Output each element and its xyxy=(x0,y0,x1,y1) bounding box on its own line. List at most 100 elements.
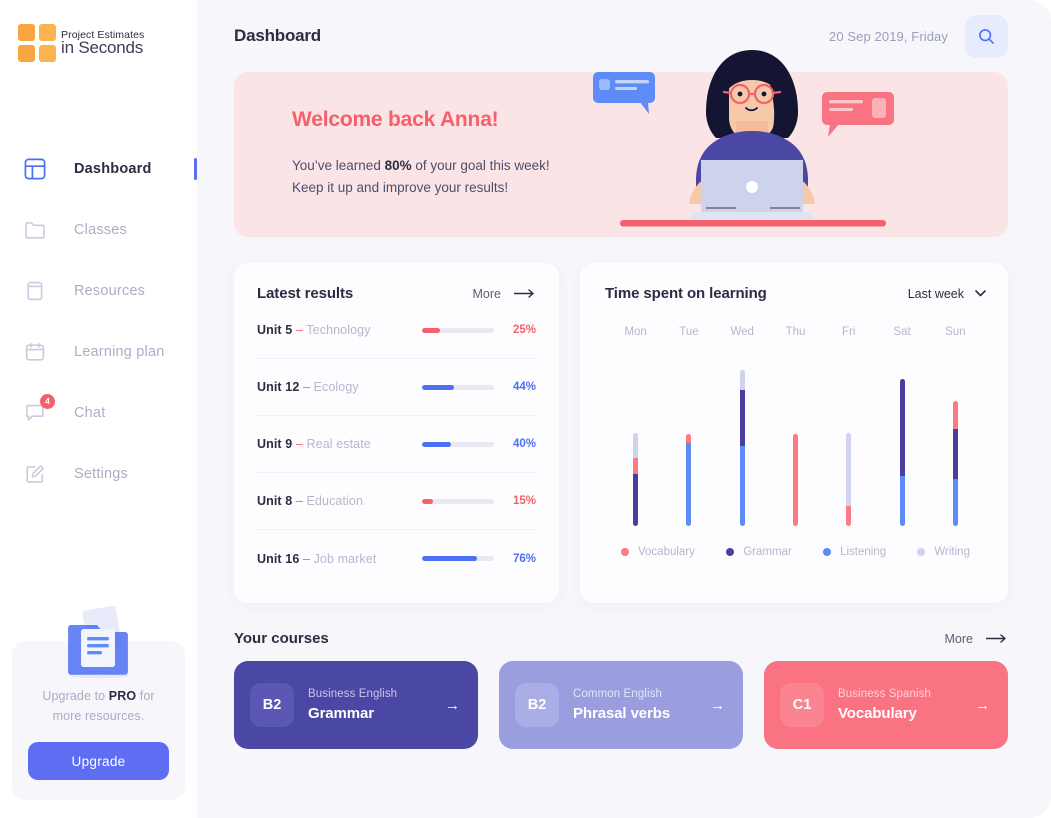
progress-fill xyxy=(422,327,440,333)
chart-day-label: Sun xyxy=(945,326,966,338)
chart-bar-segment xyxy=(792,434,798,526)
sidebar-item-resources[interactable]: Resources xyxy=(0,260,197,321)
progress-track xyxy=(422,441,494,447)
result-row[interactable]: Unit 5 – Technology 25% xyxy=(257,302,536,359)
documents-folder-illustration xyxy=(67,606,129,679)
chevron-down-icon xyxy=(975,290,986,297)
woman-character xyxy=(620,50,886,227)
chart-area: Mon Tue Wed Thu Fri Sat Sun Vocabulary Grammar L… xyxy=(605,326,986,558)
chart-day-label: Thu xyxy=(785,326,806,338)
chart-bar-stack xyxy=(846,433,852,526)
legend-dot-icon xyxy=(726,548,735,556)
chart-bar-stack xyxy=(686,434,692,526)
sidebar-item-settings[interactable]: Settings xyxy=(0,443,197,504)
latest-results-more-link[interactable]: More xyxy=(473,287,536,301)
chart-bar-segment xyxy=(686,434,692,443)
legend-item[interactable]: Vocabulary xyxy=(621,546,695,558)
course-level-badge: C1 xyxy=(780,683,824,727)
chart-day-label: Mon xyxy=(624,326,647,338)
legend-dot-icon xyxy=(621,548,629,556)
more-label: More xyxy=(472,286,501,301)
chart-bar-segment xyxy=(633,458,639,474)
progress-fill xyxy=(422,498,433,504)
course-arrow-icon[interactable]: → xyxy=(975,697,990,714)
sidebar-item-classes[interactable]: Classes xyxy=(0,199,197,260)
chart-bar-stack xyxy=(952,401,958,526)
chart-bar-column[interactable] xyxy=(716,354,769,526)
courses-more-link[interactable]: More xyxy=(945,632,1008,646)
legend-label: Writing xyxy=(934,546,970,558)
dashboard-app: Project Estimates in Seconds Dashboard C… xyxy=(0,0,1051,818)
chart-bar-segment xyxy=(739,370,745,390)
chart-bars xyxy=(605,354,986,526)
legend-label: Listening xyxy=(840,546,887,558)
logo-squares-icon xyxy=(18,24,56,62)
period-select[interactable]: Last week xyxy=(908,287,986,301)
result-label: Unit 16 – Job market xyxy=(257,551,377,566)
search-button[interactable] xyxy=(965,14,1008,58)
upgrade-text-before: Upgrade to xyxy=(42,689,109,704)
progress-track xyxy=(422,556,494,561)
chart-title: Time spent on learning xyxy=(605,285,767,302)
result-row[interactable]: Unit 8 – Education 15% xyxy=(257,473,536,530)
course-text: Business Spanish Vocabulary xyxy=(838,688,975,722)
arrow-right-icon xyxy=(514,289,534,298)
app-logo[interactable]: Project Estimates in Seconds xyxy=(0,0,197,62)
courses-title: Your courses xyxy=(234,630,329,647)
chart-bar-stack xyxy=(633,433,639,526)
course-card[interactable]: B2 Business English Grammar → xyxy=(234,661,478,749)
chart-day-labels: Mon Tue Wed Thu Fri Sat Sun xyxy=(605,326,986,338)
chart-bar-segment xyxy=(739,390,745,446)
chart-bar-column[interactable] xyxy=(609,354,662,526)
chart-bar-column[interactable] xyxy=(662,354,715,526)
sidebar-nav: Dashboard Classes Resources Learning pla… xyxy=(0,138,197,504)
legend-label: Grammar xyxy=(743,546,792,558)
result-percent: 15% xyxy=(512,495,536,507)
chart-day-label: Sat xyxy=(893,326,911,338)
chart-bar-column[interactable] xyxy=(929,354,982,526)
sidebar-item-learning-plan[interactable]: Learning plan xyxy=(0,321,197,382)
upgrade-card: Upgrade to PRO for more resources. Upgra… xyxy=(12,606,185,800)
chart-bar-segment xyxy=(899,476,905,526)
chart-bar-column[interactable] xyxy=(822,354,875,526)
folder-icon xyxy=(22,217,48,243)
welcome-line1-before: You’ve learned xyxy=(292,158,385,173)
search-icon xyxy=(979,28,994,44)
legend-item[interactable]: Grammar xyxy=(726,546,792,558)
latest-results-card: Latest results More Unit 5 – Technology 2… xyxy=(234,263,559,603)
result-row[interactable]: Unit 12 – Ecology 44% xyxy=(257,359,536,416)
legend-item[interactable]: Writing xyxy=(917,546,970,558)
legend-item[interactable]: Listening xyxy=(823,546,886,558)
result-row[interactable]: Unit 9 – Real estate 40% xyxy=(257,416,536,473)
sidebar-label-classes: Classes xyxy=(74,221,127,238)
upgrade-button[interactable]: Upgrade xyxy=(28,742,169,780)
course-arrow-icon[interactable]: → xyxy=(445,697,460,714)
sidebar-label-settings: Settings xyxy=(74,465,128,482)
upgrade-text: Upgrade to PRO for more resources. xyxy=(28,687,169,726)
course-level-badge: B2 xyxy=(515,683,559,727)
result-percent: 44% xyxy=(512,381,536,393)
course-level-badge: B2 xyxy=(250,683,294,727)
chart-bar-segment xyxy=(952,401,958,429)
page-title: Dashboard xyxy=(234,26,321,45)
chat-badge: 4 xyxy=(40,393,55,409)
result-label: Unit 5 – Technology xyxy=(257,323,371,337)
course-name: Grammar xyxy=(308,705,375,722)
progress-track xyxy=(422,384,494,390)
chat-icon: 4 xyxy=(22,393,55,426)
chart-bar-column[interactable] xyxy=(769,354,822,526)
course-card[interactable]: B2 Common English Phrasal verbs → xyxy=(499,661,743,749)
course-arrow-icon[interactable]: → xyxy=(710,697,725,714)
result-row[interactable]: Unit 16 – Job market 76% xyxy=(257,530,536,587)
chart-bar-segment xyxy=(952,479,958,526)
course-card[interactable]: C1 Business Spanish Vocabulary → xyxy=(764,661,1008,749)
progress-fill xyxy=(422,441,451,447)
calendar-icon xyxy=(22,339,48,365)
sidebar-item-dashboard[interactable]: Dashboard xyxy=(0,138,197,199)
sidebar-item-chat[interactable]: 4 Chat xyxy=(0,382,197,443)
latest-results-title: Latest results xyxy=(257,285,354,302)
latest-results-list: Unit 5 – Technology 25% Unit 12 – Ecology 4… xyxy=(257,302,536,587)
chart-bar-stack xyxy=(792,434,798,526)
welcome-banner: Welcome back Anna! You’ve learned 80% of… xyxy=(234,50,1008,237)
chart-bar-column[interactable] xyxy=(875,354,928,526)
